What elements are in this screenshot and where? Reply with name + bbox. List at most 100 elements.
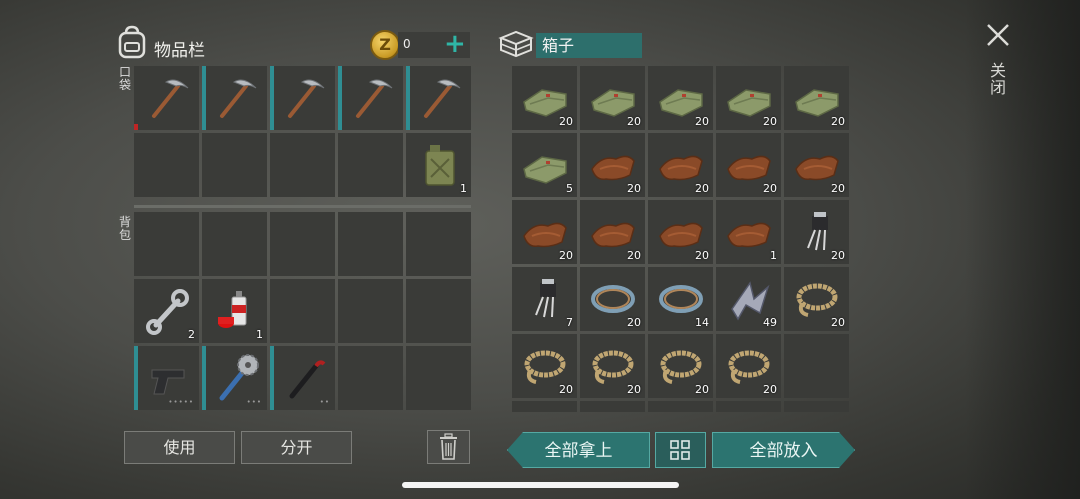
put-all-label: 全部放入 [749, 441, 818, 461]
box-slot[interactable]: 49 [716, 267, 781, 331]
box-slot[interactable]: 20 [716, 334, 781, 398]
item-count: 20 [695, 383, 709, 396]
box-slot[interactable]: 7 [512, 267, 577, 331]
pocket-slot[interactable]: 1 [406, 133, 471, 197]
backpack-slot[interactable] [406, 212, 471, 276]
layout-toggle-button[interactable] [655, 432, 706, 468]
box-grid-viewport[interactable]: 20 20 20 20 20 5 20 20 20 20 20 20 20 1 20 7 20 14 49 20 20 2… [512, 66, 850, 412]
backpack-slot[interactable] [338, 212, 403, 276]
backpack-slot[interactable]: 1 [202, 279, 267, 343]
backpack-label: 背包 [118, 215, 131, 242]
backpack-slot[interactable] [406, 279, 471, 343]
box-slot[interactable] [580, 401, 645, 412]
backpack-icon [118, 25, 146, 59]
item-count: 2 [188, 328, 195, 341]
box-slot[interactable]: 5 [512, 133, 577, 197]
backpack-slot[interactable] [134, 212, 199, 276]
pocket-slot[interactable] [270, 133, 335, 197]
item-count: 20 [831, 316, 845, 329]
item-count: 20 [627, 383, 641, 396]
box-slot[interactable]: 1 [716, 200, 781, 264]
item-count: 20 [627, 316, 641, 329]
item-count: 20 [695, 249, 709, 262]
close-label[interactable]: 关闭 [988, 62, 1008, 96]
box-slot[interactable] [512, 401, 577, 412]
coin-balance: 0 [403, 37, 411, 51]
item-count: 14 [695, 316, 709, 329]
durability-bar [338, 66, 342, 130]
box-slot[interactable] [784, 401, 849, 412]
backpack-slot[interactable] [406, 346, 471, 410]
item-count: 5 [566, 182, 573, 195]
box-slot[interactable]: 20 [512, 200, 577, 264]
backpack-slot[interactable]: 2 [134, 279, 199, 343]
pocket-slot[interactable] [338, 133, 403, 197]
durability-bar [202, 346, 206, 410]
backpack-slot[interactable] [270, 279, 335, 343]
box-slot[interactable]: 20 [580, 200, 645, 264]
box-slot[interactable]: 20 [784, 133, 849, 197]
backpack-slot[interactable]: ••• [202, 346, 267, 410]
put-all-button[interactable]: 全部放入 [712, 432, 855, 468]
pocket-slot[interactable] [270, 66, 335, 130]
pocket-grid: 1 [134, 66, 471, 197]
backpack-slot[interactable]: ••••• [134, 346, 199, 410]
box-slot[interactable]: 20 [716, 66, 781, 130]
pocket-label: 口袋 [118, 65, 131, 92]
box-grid: 20 20 20 20 20 5 20 20 20 20 20 20 20 1 20 7 20 14 49 20 20 2… [512, 66, 849, 412]
backpack-slot[interactable] [338, 346, 403, 410]
box-slot[interactable]: 20 [580, 66, 645, 130]
pocket-slot[interactable] [134, 66, 199, 130]
backpack-slot[interactable]: •• [270, 346, 335, 410]
item-count: 7 [566, 316, 573, 329]
backpack-slot[interactable] [270, 212, 335, 276]
use-button[interactable]: 使用 [124, 431, 235, 464]
box-slot[interactable]: 20 [648, 200, 713, 264]
box-slot[interactable]: 14 [648, 267, 713, 331]
durability-bar-low [134, 124, 138, 130]
item-count: 20 [627, 182, 641, 195]
coin-icon: Z [370, 30, 400, 60]
pocket-slot[interactable] [202, 133, 267, 197]
backpack-slot[interactable] [338, 279, 403, 343]
box-slot[interactable]: 20 [580, 334, 645, 398]
item-count: 20 [627, 249, 641, 262]
inventory-title: 物品栏 [154, 41, 205, 61]
box-slot[interactable]: 20 [784, 267, 849, 331]
box-slot[interactable]: 20 [580, 267, 645, 331]
home-indicator[interactable] [402, 482, 679, 488]
pocket-slot[interactable] [338, 66, 403, 130]
pocket-slot[interactable] [406, 66, 471, 130]
item-count: 20 [831, 249, 845, 262]
box-slot[interactable]: 20 [512, 334, 577, 398]
item-count: 20 [831, 115, 845, 128]
item-count: 20 [763, 383, 777, 396]
box-slot[interactable]: 20 [648, 133, 713, 197]
upgrade-dots: ••• [246, 398, 262, 406]
item-count: 20 [695, 182, 709, 195]
box-slot[interactable]: 20 [648, 66, 713, 130]
close-icon[interactable] [983, 20, 1013, 50]
box-slot[interactable]: 20 [784, 66, 849, 130]
box-slot[interactable]: 20 [716, 133, 781, 197]
trash-button[interactable] [427, 430, 470, 464]
box-slot[interactable]: 20 [648, 334, 713, 398]
split-button[interactable]: 分开 [241, 431, 352, 464]
box-slot[interactable] [716, 401, 781, 412]
section-divider [134, 205, 471, 208]
pocket-slot[interactable] [202, 66, 267, 130]
box-slot[interactable]: 20 [512, 66, 577, 130]
box-slot[interactable]: 20 [784, 200, 849, 264]
backpack-slot[interactable] [202, 212, 267, 276]
box-slot[interactable] [648, 401, 713, 412]
item-count: 20 [763, 182, 777, 195]
box-slot[interactable] [784, 334, 849, 398]
take-all-button[interactable]: 全部拿上 [507, 432, 650, 468]
durability-bar [270, 66, 274, 130]
item-count: 20 [627, 115, 641, 128]
add-coins-button[interactable]: + [444, 30, 466, 58]
box-slot[interactable]: 20 [580, 133, 645, 197]
item-count: 1 [770, 249, 777, 262]
durability-bar [134, 346, 138, 410]
pocket-slot[interactable] [134, 133, 199, 197]
